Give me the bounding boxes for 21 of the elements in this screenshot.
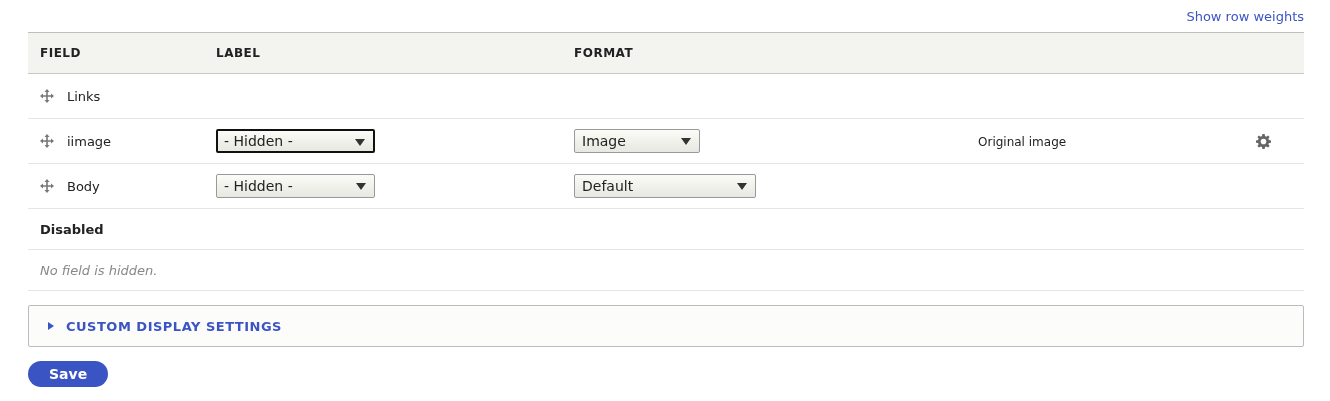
show-row-weights-link[interactable]: Show row weights (1186, 8, 1304, 24)
triangle-icon (47, 322, 55, 330)
save-button[interactable]: Save (28, 361, 109, 387)
column-header: LABEL (216, 46, 262, 60)
format-select[interactable]: Default (574, 174, 756, 198)
label-select[interactable]: - Hidden - (216, 129, 375, 153)
details-toggle[interactable]: CUSTOM DISPLAY SETTINGS (29, 318, 282, 334)
drag-handle-icon[interactable] (40, 134, 54, 148)
drag-handle-icon[interactable] (40, 89, 54, 103)
region-title: Disabled (40, 221, 104, 237)
field-name: iimage (67, 133, 112, 149)
empty-message: No field is hidden. (40, 262, 158, 278)
column-header: FORMAT (574, 46, 635, 60)
field-name: Links (67, 88, 101, 104)
drag-handle-icon[interactable] (40, 179, 54, 193)
label-select[interactable]: - Hidden - (216, 174, 375, 198)
field-name: Body (67, 178, 100, 194)
settings-icon[interactable] (1256, 133, 1271, 149)
format-select[interactable]: Image (574, 129, 700, 153)
column-header: FIELD (39, 46, 82, 60)
format-summary: Original image (978, 134, 1067, 149)
